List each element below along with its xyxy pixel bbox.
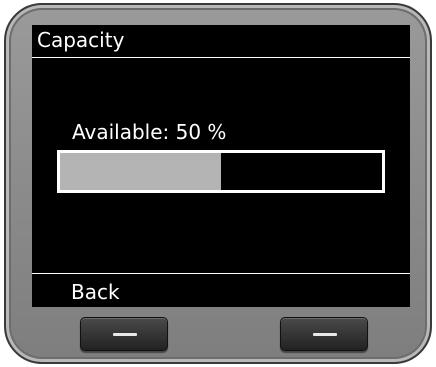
softkey-divider xyxy=(32,273,410,274)
display-screen: Capacity Available: 50 % Back xyxy=(32,25,410,307)
dash-icon xyxy=(113,333,137,336)
available-capacity-text: Available: 50 % xyxy=(72,120,227,144)
left-display-key[interactable] xyxy=(80,317,168,351)
capacity-progress-fill xyxy=(60,153,221,190)
title-divider xyxy=(32,57,410,58)
back-softkey-label[interactable]: Back xyxy=(71,279,120,305)
dash-icon xyxy=(313,333,337,336)
screen-title: Capacity xyxy=(37,28,125,52)
right-display-key[interactable] xyxy=(280,317,368,351)
capacity-progress-bar xyxy=(57,150,385,193)
